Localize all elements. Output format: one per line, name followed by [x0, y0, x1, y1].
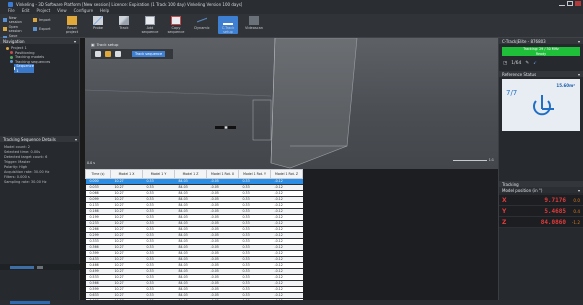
dynamic-icon [197, 16, 207, 25]
model-position-header: Model position (in °) ▾ [499, 187, 583, 193]
track-sequence-tag[interactable]: Track sequence [132, 51, 166, 57]
open-session-button[interactable]: Open session [3, 25, 30, 33]
column-header[interactable]: Time (s) [85, 169, 111, 179]
ctrack-setup-icon [223, 16, 233, 25]
panel-menu-icon[interactable]: ▾ [578, 39, 580, 44]
details-title: Tracking Sequence Details [3, 136, 56, 142]
tracking-data-table: Time (s) Model 1 X Model 1 Y Model 1 Z M… [85, 169, 498, 300]
add-sequence-button[interactable]: Add sequence [140, 16, 160, 34]
model-position-readout: X 9.7176 0.0 Y 5.4685 0.4 Z 84.0860 -1.2 [499, 195, 583, 228]
export-button[interactable]: Export [33, 25, 60, 33]
track-icon [119, 16, 129, 25]
viewport-tab-icon: ▣ [91, 42, 95, 47]
probe-button[interactable]: Probe [88, 16, 108, 34]
tracker-rate: 1/64 [511, 61, 522, 66]
copy-sequence-icon [171, 16, 181, 25]
reference-status-box: 7/7 15.60m² [502, 79, 580, 131]
panel-menu-icon[interactable]: ▾ [578, 188, 580, 193]
reference-axes-icon [533, 95, 554, 116]
videoscan-icon [249, 16, 259, 25]
export-icon [33, 27, 37, 31]
wrench-icon[interactable]: ✎ [525, 61, 529, 66]
tracking-models-icon [10, 55, 13, 59]
sequence-details-panel: Tracking Sequence Details ▾ Model count:… [0, 136, 80, 185]
reset-icon [67, 16, 77, 25]
column-header[interactable]: Model 1 Rot. Z [270, 169, 303, 179]
panel-menu-icon[interactable]: ▾ [74, 39, 76, 44]
maximize-icon[interactable] [567, 1, 573, 6]
status-indicator [10, 301, 50, 304]
probe-icon[interactable]: ➹ [533, 61, 537, 66]
reference-title: Reference Status [502, 71, 537, 77]
track-button[interactable]: Track [114, 16, 134, 34]
navigation-title: Navigation [3, 38, 25, 44]
tracker-panel: C-Track|Elite - 876803 ▾ Tracking: 29 / … [498, 38, 583, 300]
open-session-icon [3, 27, 7, 31]
camera-icon[interactable] [95, 51, 101, 57]
viewport-corner-label: 0.0 s [87, 161, 96, 165]
tracker-status-badge: Tracking: 29 / 30 MHz Ready [502, 47, 580, 56]
panel-menu-icon[interactable]: ▾ [75, 137, 77, 142]
tracker-header: C-Track|Elite - 876803 ▾ [499, 38, 583, 44]
footer-tab-active[interactable] [10, 265, 34, 269]
column-header[interactable]: Model 1 Z [174, 169, 207, 179]
position-row-x: X 9.7176 0.0 [499, 195, 583, 206]
detail-row: Sampling rate: 30.00 Hz [4, 180, 47, 184]
column-header[interactable]: Model 1 Rot. X [206, 169, 239, 179]
folder-icon[interactable] [105, 51, 111, 57]
ctrack-setup-button[interactable]: C-Track setup [218, 16, 238, 34]
import-icon [33, 18, 37, 22]
add-sequence-icon [145, 16, 155, 25]
3d-viewport[interactable]: ▣ Track setup Track sequence 0.0 s 1:1 [85, 38, 498, 169]
project-tree: Project 1 Positioning Tracking models Tr… [0, 44, 79, 73]
data-table: Time (s) Model 1 X Model 1 Y Model 1 Z M… [85, 169, 303, 300]
panel-spacer [499, 133, 583, 181]
positioning-icon [10, 51, 13, 55]
reset-project-button[interactable]: Reset project [62, 16, 82, 34]
details-list: Model count: 2 Selected time: 0.00s Dete… [0, 142, 80, 185]
panel-menu-icon[interactable]: ▾ [578, 72, 580, 77]
title-bar: Vinkeling - 3D Software Platform [New se… [0, 0, 583, 8]
project-icon [6, 46, 9, 50]
column-header[interactable]: Model 1 X [110, 169, 143, 179]
column-header[interactable]: Model 1 Y [142, 169, 175, 179]
viewport-zoom[interactable]: 1:1 [452, 158, 494, 162]
footer-tab[interactable] [37, 265, 43, 269]
import-button[interactable]: Import [33, 16, 60, 24]
tracking-title: Tracking [502, 181, 519, 187]
dynamic-button[interactable]: Dynamic [192, 16, 212, 34]
app-logo-icon [8, 1, 13, 7]
window-controls [559, 1, 581, 6]
new-session-icon [3, 18, 7, 22]
model-position-title: Model position (in °) [502, 187, 543, 193]
close-icon[interactable] [575, 1, 581, 6]
position-row-z: Z 84.0860 -1.2 [499, 217, 583, 228]
zoom-slider-track[interactable] [452, 159, 487, 161]
tracker-title: C-Track|Elite - 876803 [502, 38, 546, 44]
viewport-tab[interactable]: ▣ Track setup [91, 42, 118, 47]
copy-sequence-button[interactable]: Copy sequence [166, 16, 186, 34]
minimize-icon[interactable] [559, 1, 565, 6]
probe-icon [93, 16, 103, 25]
ribbon-action-group: Reset project Probe Track Add sequence C… [62, 16, 264, 34]
navigation-footer [0, 264, 80, 270]
ribbon-toolbar: New session Import Open session Export S… [0, 14, 583, 42]
tracker-toolbar: ◳ 1/64 ✎ ➹ [499, 56, 583, 71]
table-header-row: Time (s) Model 1 X Model 1 Y Model 1 Z M… [85, 169, 303, 179]
tracking-sequences-icon [10, 60, 13, 64]
status-bar [0, 300, 583, 305]
position-row-y: Y 5.4685 0.4 [499, 206, 583, 217]
settings-icon[interactable] [115, 51, 121, 57]
reference-header: Reference Status ▾ [499, 71, 583, 77]
column-header[interactable]: Model 1 Rot. Y [238, 169, 271, 179]
new-session-button[interactable]: New session [3, 16, 30, 24]
tracked-model-marker [215, 126, 224, 129]
window-title: Vinkeling - 3D Software Platform [New se… [16, 1, 243, 7]
videoscan-button[interactable]: Videoscan [244, 16, 264, 34]
tree-item-sequence-1[interactable]: Sequence 1 [14, 64, 34, 73]
camera-icon[interactable]: ◳ [503, 61, 507, 66]
